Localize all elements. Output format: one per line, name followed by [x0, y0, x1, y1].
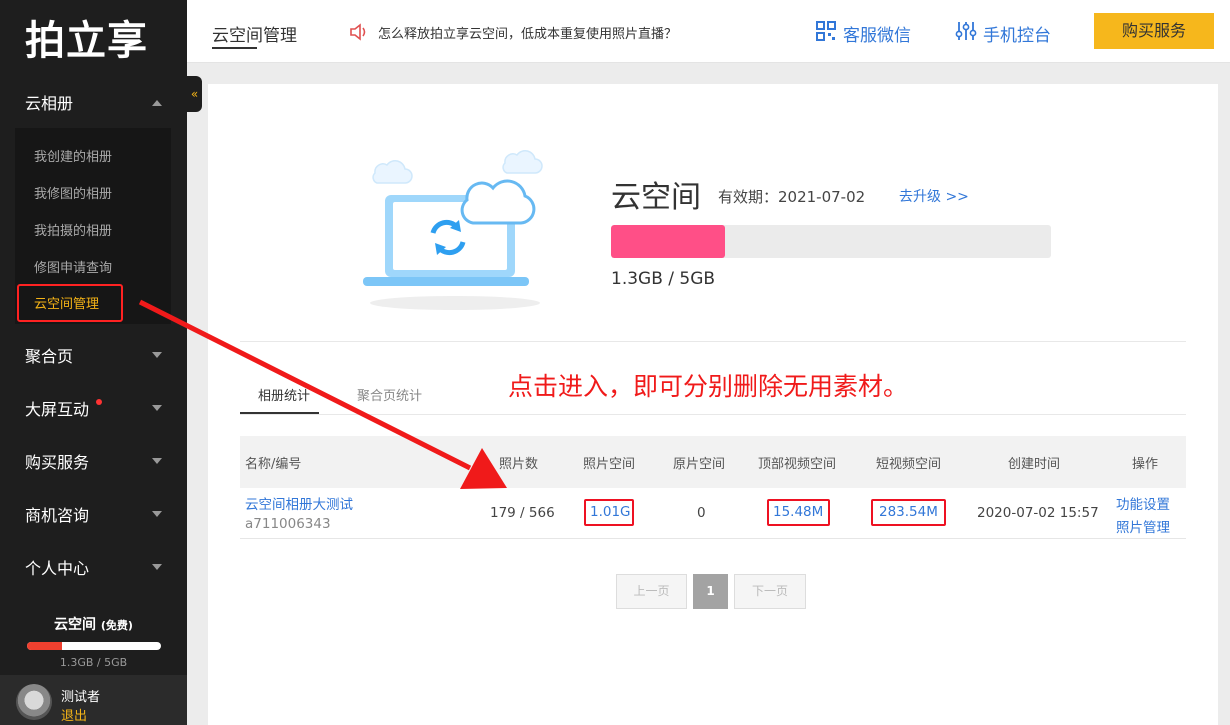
annotation-arrow — [138, 299, 507, 489]
